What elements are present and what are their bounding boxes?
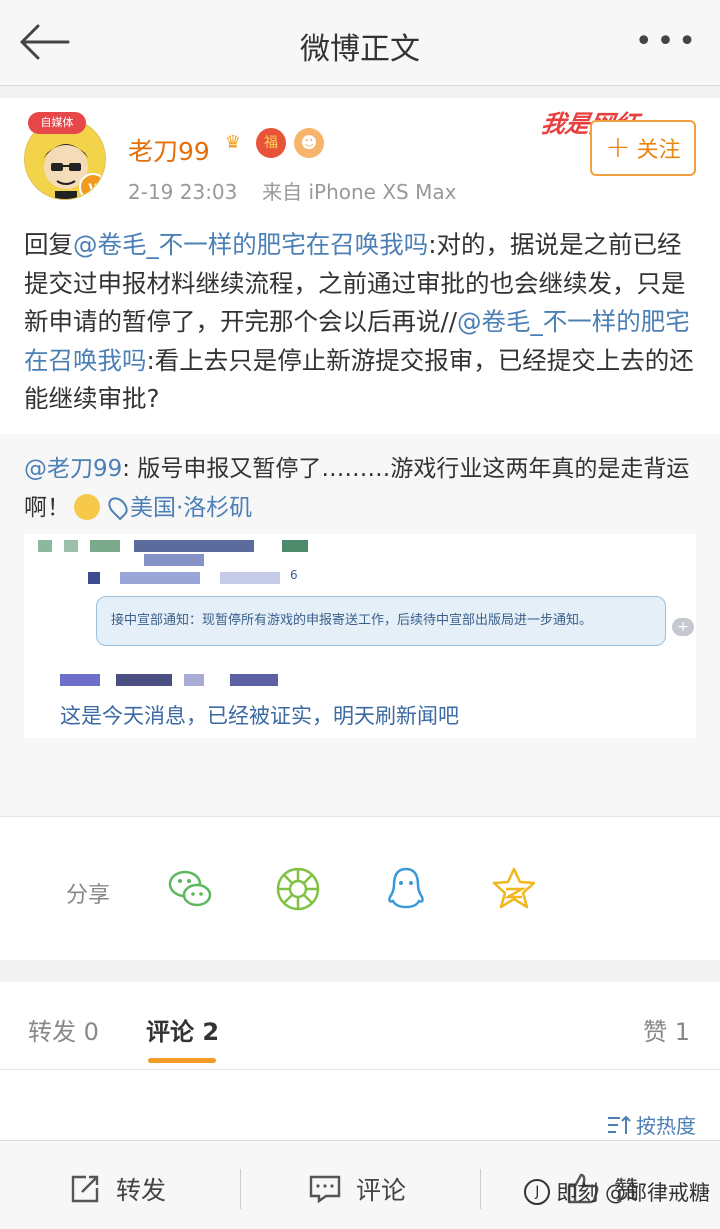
retweeted-post[interactable]: @老刀99: 版号申报又暂停了………游戏行业这两年真的是走背运啊！ 美国·洛杉矶 … [0, 434, 720, 1127]
crown-icon: ♛ [224, 132, 242, 153]
source-watermark-text: 即刻 @邮律戒糖 [556, 1181, 710, 1205]
blurred-block [60, 674, 100, 686]
jike-logo-icon: J [524, 1179, 551, 1205]
more-options-icon[interactable]: ••• [635, 27, 700, 57]
blurred-block [116, 674, 172, 686]
reply-prefix: 回复 [24, 230, 73, 259]
top-nav-bar: 微博正文 ••• [0, 0, 720, 86]
blurred-block [230, 674, 278, 686]
divider [480, 1169, 481, 1209]
comment-label: 评论 [356, 1176, 407, 1205]
qq-icon[interactable] [382, 865, 430, 913]
repost-label: 转发 [116, 1176, 167, 1205]
image-caption: 这是今天消息，已经被证实，明天刷新闻吧 [60, 704, 459, 728]
tab-comments[interactable]: 评论 2 [146, 1012, 219, 1047]
blurred-block [144, 554, 204, 566]
post-timestamp: 2-19 23:03 [128, 180, 238, 204]
follow-label: 关注 [636, 138, 681, 163]
tab-reposts[interactable]: 转发 0 [28, 1012, 99, 1047]
follow-button[interactable]: + 关注 [590, 120, 696, 176]
moments-icon[interactable] [274, 865, 322, 913]
bottom-action-bar: 转发 评论 赞 J 即刻 @邮律戒糖 [0, 1140, 720, 1229]
tab-likes[interactable]: 赞 1 [643, 1012, 690, 1047]
fan-icon: ☻ [294, 128, 324, 158]
blurred-block [134, 540, 254, 552]
comment-tabs: 转发 0 评论 2 赞 1 [0, 982, 720, 1070]
blurred-block [64, 540, 78, 552]
post-source: 来自 iPhone XS Max [262, 180, 457, 204]
blurred-block [184, 674, 204, 686]
divider [240, 1169, 241, 1209]
blurred-block [38, 540, 52, 552]
comment-icon [309, 1175, 341, 1204]
share-panel: 分享 [0, 816, 720, 960]
retweet-text: @老刀99: 版号申报又暂停了………游戏行业这两年真的是走背运啊！ 美国·洛杉矶 [24, 450, 696, 528]
post-meta: 2-19 23:03 来自 iPhone XS Max [128, 176, 456, 205]
avatar-tag: 自媒体 [28, 112, 86, 134]
sort-row: 按热度 [0, 1070, 720, 1140]
sort-icon [608, 1115, 631, 1134]
comment-button[interactable]: 评论 [308, 1171, 406, 1207]
blurred-block [120, 572, 200, 584]
mention-link[interactable]: @卷毛_不一样的肥宅在召唤我吗 [73, 230, 428, 259]
source-watermark: J 即刻 @邮律戒糖 [524, 1177, 710, 1207]
active-tab-indicator [148, 1058, 216, 1063]
wechat-icon[interactable] [166, 865, 214, 913]
sad-emoji-icon [74, 494, 100, 520]
sort-by-hot-button[interactable]: 按热度 [606, 1110, 696, 1139]
username[interactable]: 老刀99 [128, 132, 210, 168]
location-link[interactable]: 美国·洛杉矶 [130, 495, 252, 521]
share-label: 分享 [66, 883, 111, 908]
lantern-icon: 福 [256, 128, 286, 158]
blurred-block [220, 572, 280, 584]
repost-button[interactable]: 转发 [68, 1171, 166, 1207]
image-number: 6 [290, 568, 298, 582]
repost-icon [71, 1175, 99, 1203]
post-content: 回复@卷毛_不一样的肥宅在召唤我吗:对的，据说是之前已经提交过申报材料继续流程，… [24, 226, 700, 419]
sort-label: 按热度 [636, 1114, 696, 1138]
plus-icon: + [605, 130, 631, 165]
post-card: v 自媒体 老刀99 ♛ 福 ☻ 2-19 23:03 来自 iPhone XS… [0, 98, 720, 1127]
qzone-icon[interactable] [490, 865, 538, 913]
add-emoji-icon: + [672, 618, 694, 636]
mention-link[interactable]: @老刀99 [24, 456, 122, 482]
blurred-block [88, 572, 100, 584]
page-title: 微博正文 [300, 32, 420, 67]
retweet-image[interactable]: 6 接中宣部通知：现暂停所有游戏的申报寄送工作，后续待中宣部出版局进一步通知。 … [24, 534, 696, 738]
location-pin-icon [104, 493, 132, 521]
notice-bubble: 接中宣部通知：现暂停所有游戏的申报寄送工作，后续待中宣部出版局进一步通知。 [96, 596, 666, 646]
blurred-block [90, 540, 120, 552]
verified-badge: v [79, 173, 105, 199]
blurred-block [282, 540, 308, 552]
user-badges: ♛ 福 ☻ [218, 128, 324, 158]
